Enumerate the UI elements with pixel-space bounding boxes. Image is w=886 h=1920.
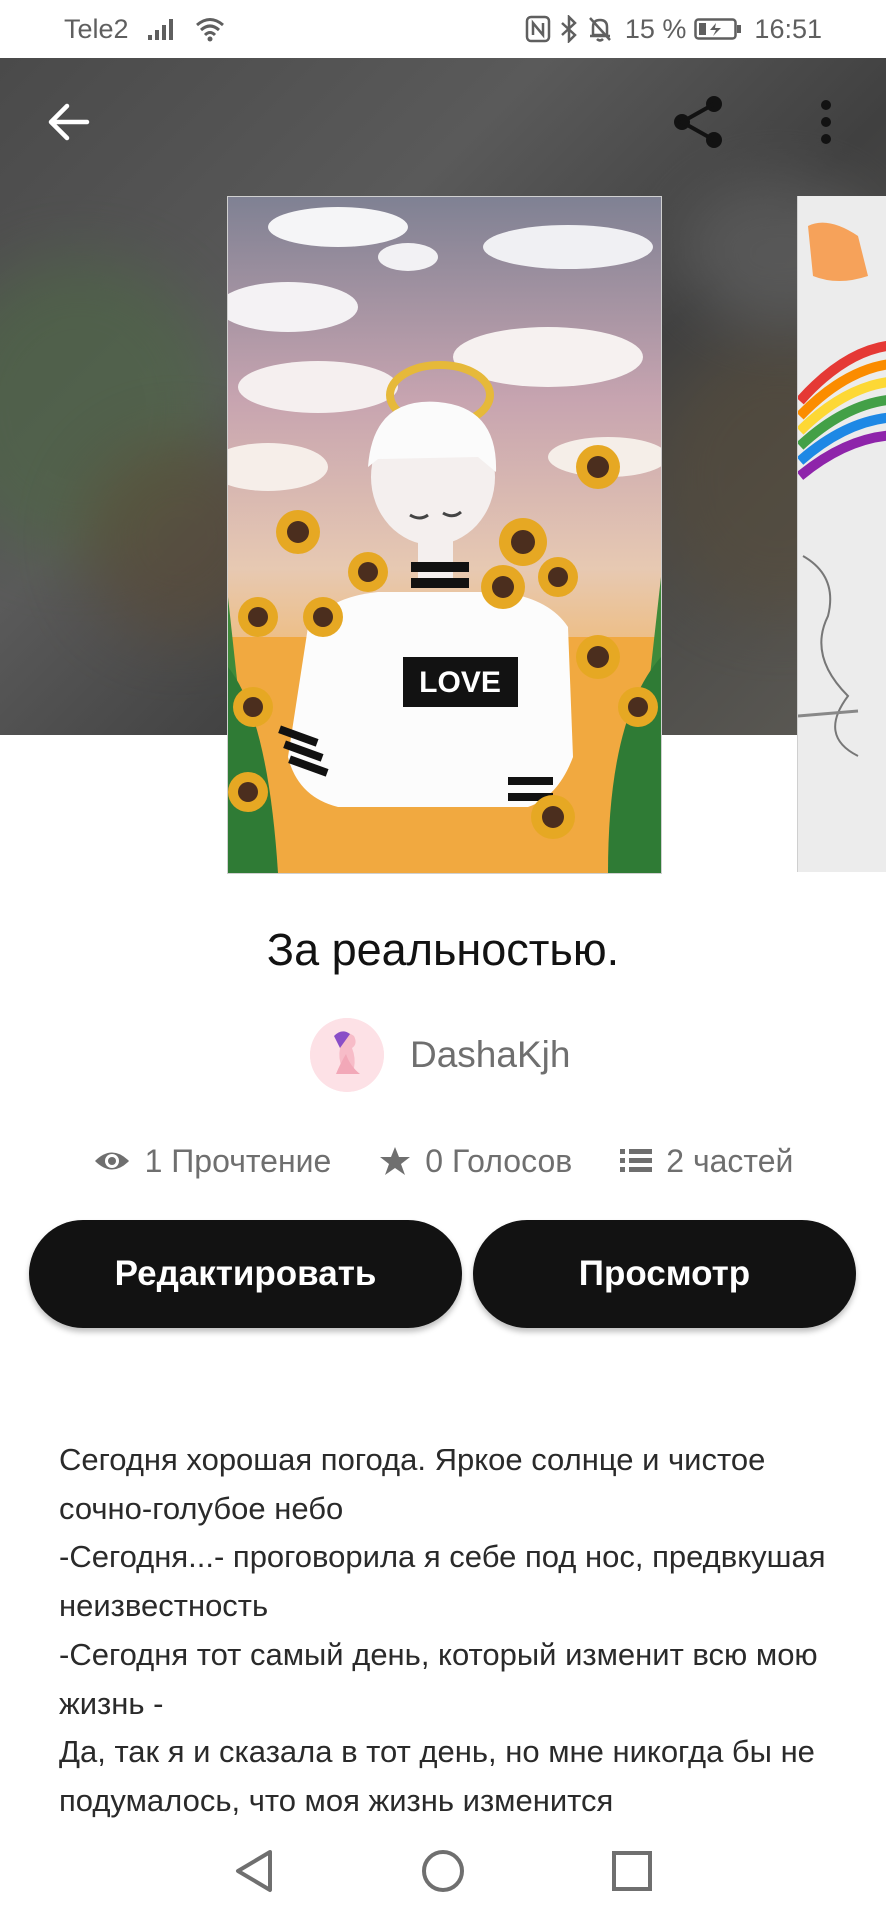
edit-button[interactable]: Редактировать [29,1220,462,1328]
signal-icon [147,17,177,41]
cover-love-text: LOVE [419,666,501,699]
more-options-button[interactable] [796,92,856,152]
story-title: За реальностью. [266,924,620,975]
share-icon [674,96,722,148]
eye-icon [94,1152,129,1170]
parts-stat[interactable]: 2 частей [620,1143,793,1180]
list-icon [620,1149,653,1172]
description-line: Сегодня хорошая погода. Яркое солнце и ч… [59,1442,766,1526]
wifi-icon [195,16,225,42]
reads-count: 1 Прочтение [144,1142,332,1179]
nfc-icon [525,15,551,43]
nav-home-icon [422,1850,464,1892]
view-button[interactable]: Просмотр [473,1220,856,1328]
description-line: -Сегодня...- проговорила я себе под нос,… [59,1539,826,1624]
nav-home-button[interactable] [418,1846,468,1896]
carrier-label: Tele2 [64,13,129,44]
more-vertical-icon [821,100,831,144]
bluetooth-icon [559,15,579,43]
nav-back-button[interactable] [229,1846,279,1896]
author-name: DashaKjh [410,1034,571,1075]
votes-stat: 0 Голосов [379,1143,572,1180]
next-cover-illustration [798,196,886,872]
arrow-left-icon [48,103,90,141]
author-link[interactable]: DashaKjh [310,1018,570,1092]
mute-icon [587,15,613,43]
share-button[interactable] [668,92,728,152]
reads-stat: 1 Прочтение [93,1142,332,1180]
nav-back-icon [236,1850,272,1892]
description-line: -Сегодня тот самый день, который изменит… [59,1636,818,1721]
parts-count: 2 частей [666,1142,794,1179]
description-line: Да, так я и сказала в тот день, но мне н… [59,1734,815,1818]
clock: 16:51 [754,13,822,44]
system-nav-bar [0,1820,886,1920]
nav-recents-icon [612,1851,652,1891]
story-stats: 1 Прочтение 0 Голосов 2 частей [0,1130,886,1192]
back-button[interactable] [38,92,98,152]
battery-icon [694,17,742,41]
status-bar: Tele2 15 % 16:51 [0,0,886,58]
votes-count: 0 Голосов [425,1142,573,1179]
story-description: Сегодня хорошая погода. Яркое солнце и ч… [59,1436,839,1826]
cover-illustration: LOVE [228,197,661,873]
story-cover[interactable]: LOVE [227,196,662,874]
battery-percent: 15 % [624,13,687,44]
author-avatar [310,1018,384,1092]
star-icon [380,1147,411,1175]
next-story-cover[interactable] [797,196,886,872]
nav-recents-button[interactable] [607,1846,657,1896]
